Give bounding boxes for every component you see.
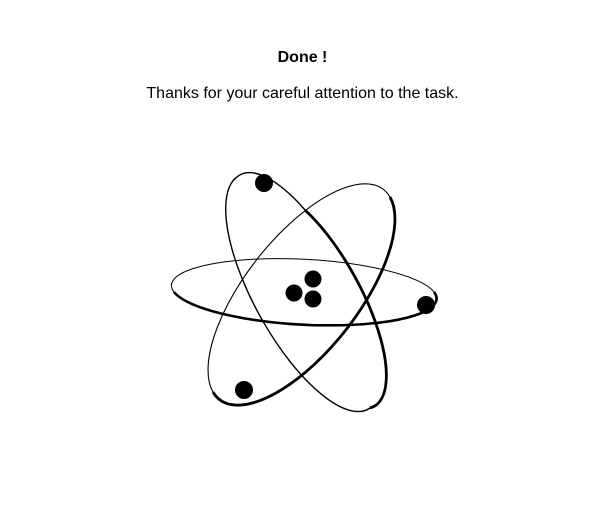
electron-right: [417, 296, 435, 314]
completion-screen: Done ! Thanks for your careful attention…: [0, 0, 605, 530]
orbit-tilted-left: [225, 171, 388, 413]
nucleus: [285, 270, 322, 308]
nucleus-particle: [304, 270, 322, 288]
orbit-horizontal: [170, 258, 438, 327]
electron-bottom: [235, 381, 253, 399]
nucleus-particle: [285, 284, 303, 302]
nucleus-particle: [304, 290, 322, 308]
atom-icon: [170, 171, 438, 413]
electron-top: [255, 174, 273, 192]
